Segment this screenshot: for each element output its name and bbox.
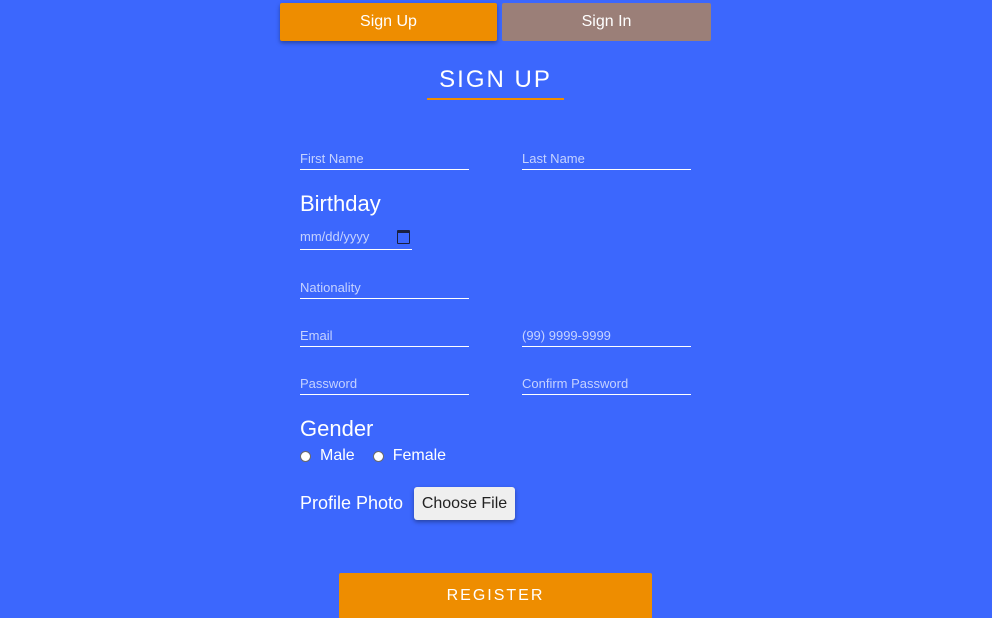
email-input[interactable] (300, 326, 469, 344)
auth-tabs: Sign Up Sign In (280, 3, 711, 41)
password-field (300, 370, 469, 395)
profile-photo-label: Profile Photo (300, 493, 404, 513)
signup-page: Sign Up Sign In SIGN UP Birthday mm/dd/y… (0, 0, 992, 618)
phone-field (522, 322, 691, 347)
gender-female-radio[interactable] (372, 450, 384, 462)
phone-input[interactable] (522, 326, 691, 344)
first-name-field (300, 145, 469, 170)
choose-file-button[interactable]: Choose File (414, 487, 515, 520)
confirm-password-input[interactable] (522, 374, 691, 392)
birthday-label: Birthday (300, 191, 381, 216)
nationality-input[interactable] (300, 278, 469, 296)
last-name-input[interactable] (522, 149, 691, 167)
tab-sign-up[interactable]: Sign Up (280, 3, 497, 41)
nationality-field (300, 274, 469, 299)
calendar-icon[interactable] (397, 230, 410, 244)
tab-sign-in[interactable]: Sign In (502, 3, 711, 41)
password-input[interactable] (300, 374, 469, 392)
gender-male-label[interactable]: Male (320, 447, 355, 465)
last-name-field (522, 145, 691, 170)
gender-male-radio[interactable] (300, 450, 311, 462)
first-name-input[interactable] (300, 149, 469, 167)
gender-female-label[interactable]: Female (393, 447, 446, 465)
gender-options: Male Female (300, 446, 446, 466)
birthday-input[interactable]: mm/dd/yyyy (300, 226, 412, 250)
register-button[interactable]: REGISTER (339, 573, 652, 618)
page-title: SIGN UP (427, 66, 564, 100)
gender-label: Gender (300, 416, 374, 441)
form-title-wrap: SIGN UP (427, 66, 564, 100)
birthday-placeholder: mm/dd/yyyy (300, 229, 370, 244)
email-field (300, 322, 469, 347)
confirm-password-field (522, 370, 691, 395)
